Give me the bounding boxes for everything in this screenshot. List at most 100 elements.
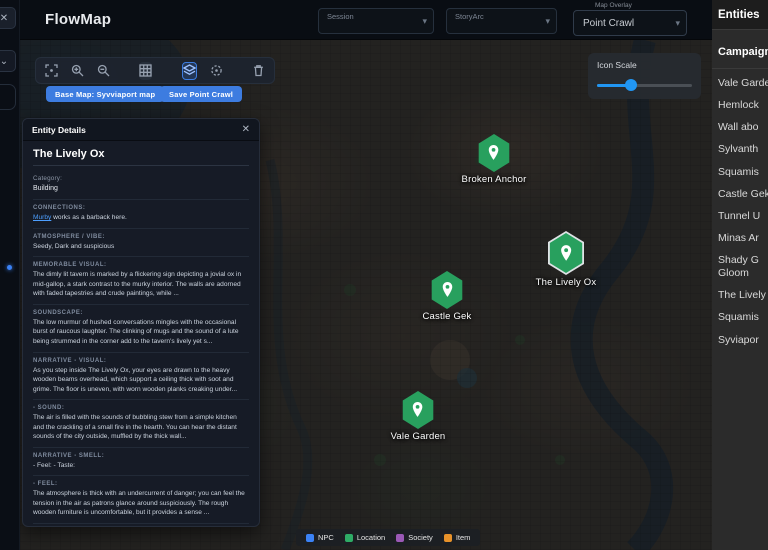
npc-color-swatch	[306, 533, 314, 542]
feel-label: - FEEL:	[33, 481, 58, 488]
map-pin-vale-garden[interactable]: Vale Garden	[391, 391, 446, 442]
map-pin-the-lively-ox[interactable]: The Lively Ox	[536, 231, 597, 288]
entity-list-item[interactable]: Squamis	[718, 166, 768, 179]
base-map-button[interactable]: Base Map: Syvviaport map	[46, 86, 165, 102]
legend-label: Item	[455, 533, 471, 542]
narrative-visual-section: NARRATIVE - VISUAL: As you step inside T…	[33, 351, 249, 395]
society-color-swatch	[396, 533, 405, 542]
memorable-visual-text: The dimly lit tavern is marked by a flic…	[33, 271, 242, 298]
map-overlay-select[interactable]: Point Crawl ▾	[573, 10, 687, 36]
scan-target-icon[interactable]	[210, 62, 223, 80]
layers-icon[interactable]	[181, 61, 197, 80]
location-pin-icon	[478, 134, 510, 172]
map-overlay-label: Map Overlay	[595, 2, 632, 9]
grid-icon[interactable]	[139, 61, 153, 80]
entity-list-item[interactable]: Squamis	[718, 311, 768, 324]
location-color-swatch	[344, 533, 353, 542]
category-value: Building	[33, 185, 58, 192]
connections-label: CONNECTIONS:	[33, 205, 86, 212]
pin-label: Broken Anchor	[461, 174, 527, 185]
session-select-label: Session	[327, 12, 354, 21]
map-pin-broken-anchor[interactable]: Broken Anchor	[462, 134, 527, 185]
selected-pin-ring	[548, 231, 584, 275]
chevron-down-icon[interactable]: ⌄	[0, 50, 16, 72]
item-color-swatch	[443, 533, 452, 542]
soundscape-section: SOUNDSCAPE: The low murmur of hushed con…	[33, 303, 249, 347]
top-bar: FlowMap Session ▾ StoryArc ▾ Map Overlay…	[20, 0, 712, 40]
legend-item-location: Location	[344, 533, 386, 542]
storyarc-select-label: StoryArc	[455, 12, 484, 21]
legend-item-item: Item	[443, 533, 471, 542]
entity-panel-body: The Lively Ox Category: Building CONNECT…	[23, 141, 259, 526]
legend-label: NPC	[318, 533, 334, 542]
map-pin-castle-gek[interactable]: Castle Gek	[423, 271, 472, 322]
entities-sidebar: Entities Campaign Vale Garden Hemlock Wa…	[712, 0, 768, 550]
soundscape-label: SOUNDSCAPE:	[33, 309, 83, 316]
left-collapsed-panel: ✕ ⌄	[0, 0, 20, 550]
memorable-visual-label: MEMORABLE VISUAL:	[33, 262, 107, 269]
chevron-down-icon: ▾	[545, 16, 550, 26]
atmosphere-value: Seedy, Dark and suspicious	[33, 242, 115, 250]
fit-view-icon[interactable]	[45, 62, 58, 80]
legend-label: Society	[408, 533, 433, 542]
sound-text: The air is filled with the sounds of bub…	[33, 414, 237, 441]
entity-list-item[interactable]: Syviapor	[718, 334, 768, 347]
icon-scale-label: Icon Scale	[597, 60, 637, 70]
legend-label: Location	[356, 533, 386, 542]
panel-slot-outline	[0, 84, 16, 110]
entity-list-item[interactable]: Castle Gek	[718, 188, 768, 201]
pin-label: Vale Garden	[390, 431, 446, 442]
pin-label: Castle Gek	[422, 311, 472, 322]
entity-list-item[interactable]: Vale Garden	[718, 77, 768, 90]
slider-thumb[interactable]	[625, 79, 638, 91]
zoom-out-icon[interactable]	[97, 62, 110, 80]
chevron-down-icon: ▾	[675, 18, 680, 28]
connections-text: works as a barback here.	[51, 214, 127, 222]
location-pin-icon	[402, 391, 434, 429]
pin-label: The Lively Ox	[535, 277, 597, 288]
trash-icon[interactable]	[252, 62, 265, 80]
zoom-in-icon[interactable]	[71, 62, 84, 80]
atmosphere-section: ATMOSPHERE / VIBE: Seedy, Dark and suspi…	[33, 227, 249, 252]
entity-list-item[interactable]: Sylvanth	[718, 143, 768, 156]
icon-scale-slider[interactable]	[597, 79, 692, 91]
narrative-smell-text: - Feel: - Taste:	[33, 461, 76, 469]
entity-list-item[interactable]: Wall abo	[718, 121, 768, 134]
entity-list-item[interactable]: Tunnel U	[718, 210, 768, 223]
entities-header: Entities	[712, 0, 768, 30]
entity-list: Vale Garden Hemlock Wall abo Sylvanth Sq…	[712, 69, 768, 347]
entity-list-item[interactable]: Hemlock	[718, 99, 768, 112]
narrative-visual-text: As you step inside The Lively Ox, your e…	[33, 366, 238, 393]
app-title: FlowMap	[45, 11, 112, 28]
location-pin-icon	[549, 233, 583, 273]
entity-list-item[interactable]: The Lively Ox	[718, 289, 768, 302]
close-icon[interactable]: ✕	[242, 124, 250, 135]
entity-panel-title: Entity Details	[32, 124, 86, 135]
chevron-down-icon: ▾	[422, 16, 427, 26]
entity-list-item[interactable]: Minas Ar	[718, 232, 768, 245]
category-label: Category:	[33, 175, 63, 182]
entity-name: The Lively Ox	[33, 148, 249, 166]
memorable-visual-section: MEMORABLE VISUAL: The dimly lit tavern i…	[33, 256, 249, 299]
connections-section: CONNECTIONS: Murby works as a barback he…	[33, 199, 249, 223]
entity-panel-header: Entity Details ✕	[23, 119, 259, 141]
session-select[interactable]: Session ▾	[318, 8, 434, 34]
connection-entity-link[interactable]: Murby	[33, 214, 51, 221]
entity-list-item[interactable]: Shady G Gloom	[718, 254, 768, 280]
save-point-crawl-button[interactable]: Save Point Crawl	[160, 86, 243, 102]
atmosphere-label: ATMOSPHERE / VIBE:	[33, 233, 105, 240]
feel-section: - FEEL: The atmosphere is thick with an …	[33, 475, 249, 518]
map-overlay-value: Point Crawl	[583, 18, 635, 29]
sound-section: - SOUND: The air is filled with the soun…	[33, 399, 249, 442]
icon-scale-panel: Icon Scale	[588, 53, 701, 99]
notification-dot	[7, 265, 12, 270]
location-pin-icon	[431, 271, 463, 309]
map-legend: NPC Location Society Item	[296, 529, 481, 546]
category-section: Category: Building	[33, 170, 249, 194]
legend-item-npc: NPC	[306, 533, 334, 542]
map-toolbar	[35, 57, 275, 84]
storyarc-select[interactable]: StoryArc ▾	[446, 8, 557, 34]
campaign-label: Campaign	[718, 46, 768, 58]
collapse-panel-button[interactable]: ✕	[0, 7, 16, 29]
sound-label: - SOUND:	[33, 405, 65, 412]
